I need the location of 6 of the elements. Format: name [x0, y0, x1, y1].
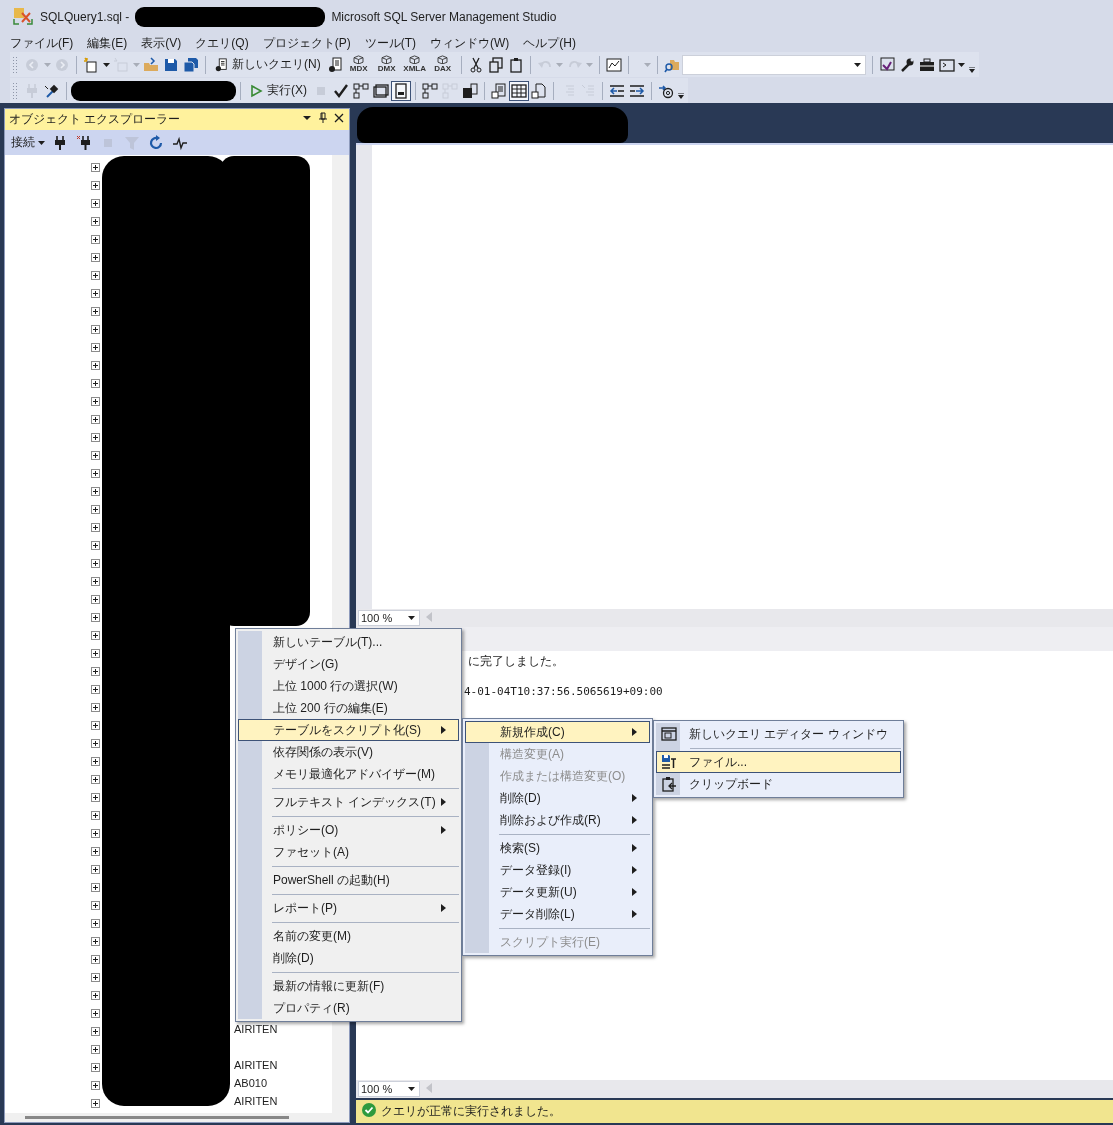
window-title: SQLQuery1.sql - — [40, 10, 130, 24]
window-title: Microsoft SQL Server Management Studio — [331, 10, 557, 24]
status-message: クエリが正常に実行されました。 — [381, 1103, 561, 1120]
panel-title: オブジェクト エクスプローラー — [9, 111, 182, 128]
message-text: に完了しました。 — [468, 653, 564, 669]
message-text: 4-01-04T10:37:56.5065619+09:00 — [464, 685, 663, 700]
